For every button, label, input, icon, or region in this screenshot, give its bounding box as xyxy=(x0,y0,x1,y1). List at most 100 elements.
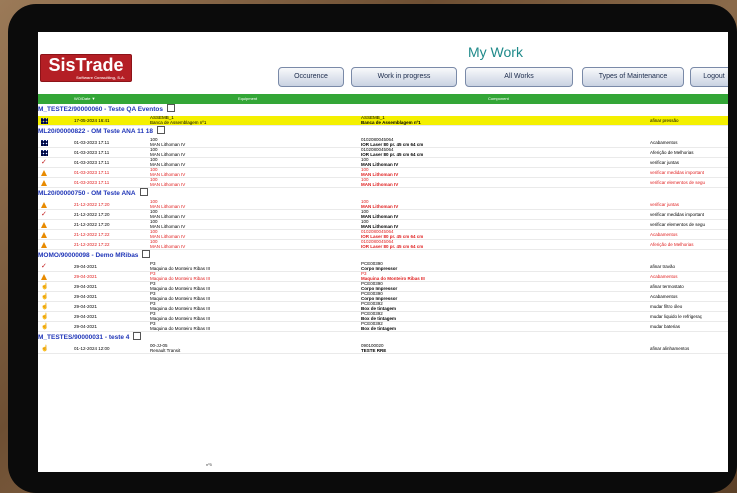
row-component: 100 MAN Lithoman IV xyxy=(361,209,398,219)
table-row[interactable]: ☝ 01-12-2024 12:00 00-JJ-05 Renault Transit… xyxy=(38,343,728,354)
column-header-wo-date[interactable]: WO/Date ▼ xyxy=(74,94,96,104)
hand-icon[interactable]: ☝ xyxy=(41,314,48,320)
check-icon[interactable]: ✓ xyxy=(41,211,48,218)
row-operation: verificar elementos de segu xyxy=(650,222,706,227)
table-row[interactable]: ✓ 21-12-2022 17:20 100 MAN Lithoman IV 100 MA… xyxy=(38,209,728,220)
row-equipment: 100 MAN Lithoman IV xyxy=(150,177,185,187)
check-icon[interactable]: ✓ xyxy=(41,159,48,166)
work-order-group-header[interactable]: ML20/00000750 - OM Teste ANA xyxy=(38,188,728,200)
work-order-group-label[interactable]: M_TESTE2/90000060 - Teste QA Eventos xyxy=(38,106,163,113)
row-component: PCE00390 Corpo Impressor xyxy=(361,281,397,291)
work-order-group-label[interactable]: ML20/00000750 - OM Teste ANA xyxy=(38,190,136,197)
row-equipment: 100 MAN Lithoman IV xyxy=(150,157,185,167)
row-operation: Acabamentos xyxy=(650,232,678,237)
row-equipment: P3 Maquina do Monteiro Ribas III xyxy=(150,301,211,311)
row-date: 21-12-2022 17:20 xyxy=(74,222,110,227)
warning-icon[interactable] xyxy=(41,232,47,238)
table-row[interactable]: ☝ 29-04-2021 P3 Maquina do Monteiro Ribas I… xyxy=(38,281,728,292)
row-date: 21-12-2022 17:22 xyxy=(74,232,110,237)
logout-button[interactable]: Logout xyxy=(690,67,728,87)
work-order-group-header[interactable]: MOMO/90000098 - Demo MRibas xyxy=(38,250,728,262)
row-operation: verificar elementos de segu xyxy=(650,180,706,185)
equipment-name: Maquina do Monteiro Ribas III xyxy=(150,275,211,281)
equipment-name: Maquina do Monteiro Ribas III xyxy=(150,285,211,291)
column-header-component[interactable]: Component xyxy=(488,94,509,104)
equipment-name: Banca de Assemblagem nº1 xyxy=(150,119,207,125)
occurrence-button[interactable]: Occurence xyxy=(278,67,344,87)
work-order-group-label[interactable]: ML20/00000822 - OM Teste ANA 11 18 xyxy=(38,128,153,135)
sistrade-logo[interactable]: SisTrade Software Consulting, S.A. xyxy=(40,54,132,82)
row-date: 17-05-2024 16:41 xyxy=(74,118,110,123)
table-row[interactable]: ☝ 29-04-2021 P3 Maquina do Monteiro Ribas I… xyxy=(38,291,728,302)
row-component: 0102080045064 IOR Laser 80 pr. 45 cm 64 c… xyxy=(361,147,423,157)
notes-icon[interactable] xyxy=(167,104,175,113)
row-operation: Aferição de Melhorias xyxy=(650,150,694,155)
table-row[interactable]: ✓ 01-03-2023 17:11 100 MAN Lithoman IV 100 MA… xyxy=(38,157,728,168)
row-component: 0102080045064 IOR Laser 80 pr. 45 cm 64 c… xyxy=(361,229,423,239)
equipment-name: Maquina do Monteiro Ribas III xyxy=(150,315,211,321)
row-operation: afinar travão xyxy=(650,264,676,269)
hand-icon[interactable]: ☝ xyxy=(41,324,48,330)
row-component: PCE00392 Box de tintagem xyxy=(361,321,397,331)
component-name: Box de tintagem xyxy=(361,325,397,331)
table-row[interactable]: 21-12-2022 17:22 100 MAN Lithoman IV 010208… xyxy=(38,239,728,250)
warning-icon[interactable] xyxy=(41,202,47,208)
equipment-name: Maquina do Monteiro Ribas III xyxy=(150,305,211,311)
notes-icon[interactable] xyxy=(139,188,148,197)
warning-icon[interactable] xyxy=(41,274,47,280)
check-icon[interactable]: ✓ xyxy=(41,263,48,270)
row-equipment: P3 Maquina do Monteiro Ribas III xyxy=(150,271,211,281)
work-in-progress-button[interactable]: Work in progress xyxy=(351,67,457,87)
table-row[interactable]: 01-03-2023 17:11 100 MAN Lithoman IV 100 MAN… xyxy=(38,177,728,188)
notes-icon[interactable] xyxy=(157,126,166,135)
row-equipment: 100 MAN Lithoman IV xyxy=(150,229,185,239)
equipment-name: MAN Lithoman IV xyxy=(150,243,186,249)
table-row[interactable]: 21-12-2022 17:20 100 MAN Lithoman IV 100 MAN… xyxy=(38,199,728,210)
warning-icon[interactable] xyxy=(41,170,47,176)
warning-icon[interactable] xyxy=(41,180,47,186)
hand-icon[interactable]: ☝ xyxy=(41,304,48,310)
grid-icon[interactable] xyxy=(41,140,48,146)
row-operation: verificar medidas important xyxy=(650,170,705,175)
row-component: ASSEMB_1 Banca de Assemblagem nº1 xyxy=(361,115,421,125)
hand-icon[interactable]: ☝ xyxy=(41,294,48,300)
table-row[interactable]: 29-04-2021 P3 Maquina do Monteiro Ribas II… xyxy=(38,271,728,282)
row-date: 21-12-2022 17:22 xyxy=(74,242,110,247)
row-equipment: 100 MAN Lithoman IV xyxy=(150,199,185,209)
row-operation: Acabamentos xyxy=(650,140,678,145)
work-order-group-label[interactable]: MOMO/90000098 - Demo MRibas xyxy=(38,252,138,259)
notes-icon[interactable] xyxy=(142,250,151,259)
warning-icon[interactable] xyxy=(41,222,47,228)
row-equipment: 100 MAN Lithoman IV xyxy=(150,239,186,249)
row-date: 01-12-2024 12:00 xyxy=(74,346,110,351)
row-operation: verificar medidas important xyxy=(650,212,705,217)
component-name: Banca de Assemblagem nº1 xyxy=(361,119,421,125)
row-component: 100 MAN Lithoman IV xyxy=(361,167,398,177)
warning-icon[interactable] xyxy=(41,242,47,248)
row-equipment: P3 Maquina do Monteiro Ribas III xyxy=(150,321,210,331)
table-row[interactable]: 17-05-2024 16:41 ASSEMB_1 Banca de Assembl… xyxy=(38,115,728,126)
table-row[interactable]: ☝ 29-04-2021 P3 Maquina do Monteiro Ribas I… xyxy=(38,311,728,322)
table-row[interactable]: ☝ 29-04-2021 P3 Maquina do Monteiro Ribas I… xyxy=(38,321,728,332)
table-row[interactable]: ☝ 29-04-2021 P3 Maquina do Monteiro Ribas I… xyxy=(38,301,728,312)
row-date: 29-04-2021 xyxy=(74,304,98,309)
hand-icon[interactable]: ☝ xyxy=(41,346,48,352)
hand-icon[interactable]: ☝ xyxy=(41,284,48,290)
row-date: 29-04-2021 xyxy=(74,314,98,319)
row-equipment: 100 MAN Lithoman IV xyxy=(150,209,185,219)
table-row[interactable]: 01-03-2023 17:11 100 MAN Lithoman IV 010208… xyxy=(38,147,728,158)
table-row[interactable]: ✓ 29-04-2021 P3 Maquina do Monteiro Ribas I… xyxy=(38,261,728,272)
page-title: My Work xyxy=(468,44,523,60)
grid-icon[interactable] xyxy=(41,118,48,124)
column-header-equipment[interactable]: Equipment xyxy=(238,94,257,104)
row-equipment: 100 MAN Lithoman IV xyxy=(150,219,185,229)
work-order-group-label[interactable]: M_TESTES/90000031 - teste 4 xyxy=(38,334,129,341)
row-operation: mudar liquido le refrigeraç xyxy=(650,314,703,319)
row-equipment: 100 MAN Lithoman IV xyxy=(150,147,185,157)
notes-icon[interactable] xyxy=(133,332,142,341)
table-row[interactable]: 01-03-2023 17:11 100 MAN Lithoman IV 100 MAN… xyxy=(38,167,728,178)
all-works-button[interactable]: All Works xyxy=(465,67,573,87)
grid-icon[interactable] xyxy=(41,150,48,156)
row-component: PCE00392 Box de tintagem xyxy=(361,301,396,311)
types-of-maintenance-button[interactable]: Types of Maintenance xyxy=(582,67,684,87)
